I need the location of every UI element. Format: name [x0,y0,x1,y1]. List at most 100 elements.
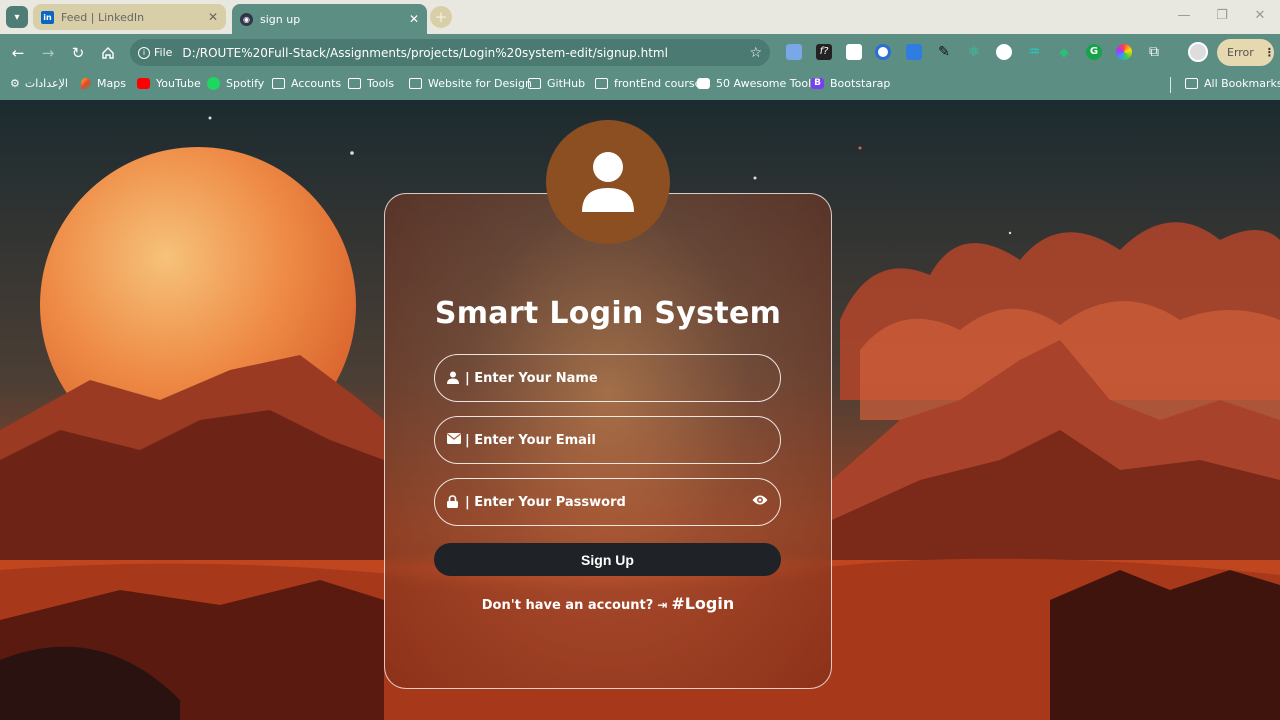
email-placeholder: | Enter Your Email [465,432,596,448]
envelope-icon [447,433,461,447]
chevron-down-icon: ▾ [14,11,20,23]
bookmark-settings[interactable]: ⚙ الإعدادات [10,77,68,90]
folder-icon [595,78,608,89]
close-window-icon[interactable]: ✕ [1250,8,1270,23]
bookmarks-divider [1170,77,1171,93]
bookmark-website-design[interactable]: Website for Design [409,77,532,90]
tab-signup[interactable]: ◉ sign up ✕ [232,4,427,34]
bookmark-label: Spotify [226,77,265,90]
login-link[interactable]: #Login [671,594,734,613]
login-arrow-icon: ⇥ [657,598,668,612]
youtube-icon [137,78,150,89]
all-bookmarks-label: All Bookmarks [1204,77,1280,90]
bookmark-tools[interactable]: Tools [348,77,394,90]
user-avatar-icon [582,152,634,212]
bookmark-label: GitHub [547,77,586,90]
bookmark-accounts[interactable]: Accounts [272,77,341,90]
download-extension-icon[interactable] [906,44,922,60]
formula-extension-icon[interactable]: f? [816,44,832,60]
bookmark-label: frontEnd course [614,77,702,90]
gear-icon: ⚙ [10,77,20,90]
user-icon [447,371,461,385]
spotify-icon [207,77,220,90]
error-label: Error [1227,46,1254,59]
bookmark-youtube[interactable]: YouTube [137,77,201,90]
docs-extension-icon[interactable] [786,44,802,60]
bootstrap-icon: B [811,78,824,89]
bookmark-label: Accounts [291,77,342,90]
bookmark-spotify[interactable]: Spotify [207,77,264,90]
site-info-label: File [154,46,173,59]
lock-icon [447,495,461,509]
bookmark-label: الإعدادات [24,77,68,90]
name-placeholder: | Enter Your Name [465,370,598,386]
page-title: Smart Login System [434,296,782,331]
bookmark-awesome-tools[interactable]: 50 Awesome Tools [697,77,817,90]
close-icon[interactable]: ✕ [409,12,419,26]
browser-toolbar: ← → ↻ i File D:/ROUTE%20Full-Stack/Assig… [0,34,1280,71]
bookmark-frontend-course[interactable]: frontEnd course [595,77,701,90]
circle-extension-icon[interactable] [996,44,1012,60]
profile-avatar[interactable] [1188,42,1208,62]
reload-icon[interactable]: ↻ [68,43,88,63]
f-extension-icon[interactable] [875,44,891,60]
folder-icon [272,78,285,89]
maps-icon [81,78,91,89]
bookmark-label: Bootstarap [830,77,891,90]
minimize-icon[interactable]: — [1174,8,1194,23]
new-tab-button[interactable]: + [430,6,452,28]
email-input[interactable]: | Enter Your Email [434,416,781,464]
code-icon [697,78,710,89]
url-text[interactable]: D:/ROUTE%20Full-Stack/Assignments/projec… [182,46,749,60]
colorpicker-extension-icon[interactable] [1116,44,1132,60]
bookmark-star-icon[interactable]: ☆ [749,45,762,61]
more-vert-icon: ⋮ [1263,46,1275,59]
bookmark-label: Website for Design [428,77,532,90]
folder-icon [409,78,422,89]
tab-title: sign up [260,12,301,26]
avatar [546,120,670,244]
linkedin-icon: in [41,10,54,24]
address-bar[interactable]: i File D:/ROUTE%20Full-Stack/Assignments… [130,39,770,66]
error-button[interactable]: Error ⋮ [1217,39,1275,66]
bookmark-maps[interactable]: Maps [81,77,126,90]
close-icon[interactable]: ✕ [208,10,218,24]
bookmarks-bar: ⚙ الإعدادات Maps YouTube Spotify Account… [0,71,1280,100]
name-input[interactable]: | Enter Your Name [434,354,781,402]
folder-icon [1185,78,1198,89]
bookmark-label: 50 Awesome Tools [716,77,817,90]
forward-icon[interactable]: → [38,43,58,63]
tab-strip: ▾ in Feed | LinkedIn ✕ ◉ sign up ✕ + — ❐… [0,0,1280,34]
page-viewport: Smart Login System | Enter Your Name | E… [0,100,1280,720]
folder-icon [528,78,541,89]
tab-search-button[interactable]: ▾ [6,6,28,28]
vue-extension-icon[interactable]: ◆ [1056,44,1072,60]
all-bookmarks-button[interactable]: All Bookmarks [1185,77,1280,90]
react-extension-icon[interactable]: ⚛ [966,44,982,60]
page-icon: ◉ [240,12,253,26]
puzzle-icon[interactable]: ⧉ [1146,44,1162,60]
restore-icon[interactable]: ❐ [1212,8,1232,23]
eye-icon[interactable] [752,494,768,510]
tab-title: Feed | LinkedIn [61,10,145,24]
site-info-chip[interactable]: i File [138,46,172,59]
home-icon[interactable] [98,43,118,63]
folder-icon [348,78,361,89]
tab-linkedin[interactable]: in Feed | LinkedIn ✕ [33,4,226,30]
password-placeholder: | Enter Your Password [465,494,626,510]
bookmark-label: Maps [97,77,126,90]
sign-up-button[interactable]: Sign Up [434,543,781,576]
bookmark-label: YouTube [156,77,201,90]
grammarly-icon[interactable]: G [1086,44,1102,60]
eyedropper-icon[interactable]: ✎ [936,44,952,60]
info-icon: i [138,46,150,59]
bookmark-bootstrap[interactable]: B Bootstarap [811,77,890,90]
bookmark-label: Tools [367,77,395,90]
password-input[interactable]: | Enter Your Password [434,478,781,526]
back-icon[interactable]: ← [8,43,28,63]
account-question: Don't have an account? [481,598,654,613]
wave-extension-icon[interactable]: ♒ [1026,44,1042,60]
bookmark-github[interactable]: GitHub [528,77,585,90]
login-prompt: Don't have an account? ⇥ #Login [384,594,832,613]
notes-extension-icon[interactable] [846,44,862,60]
